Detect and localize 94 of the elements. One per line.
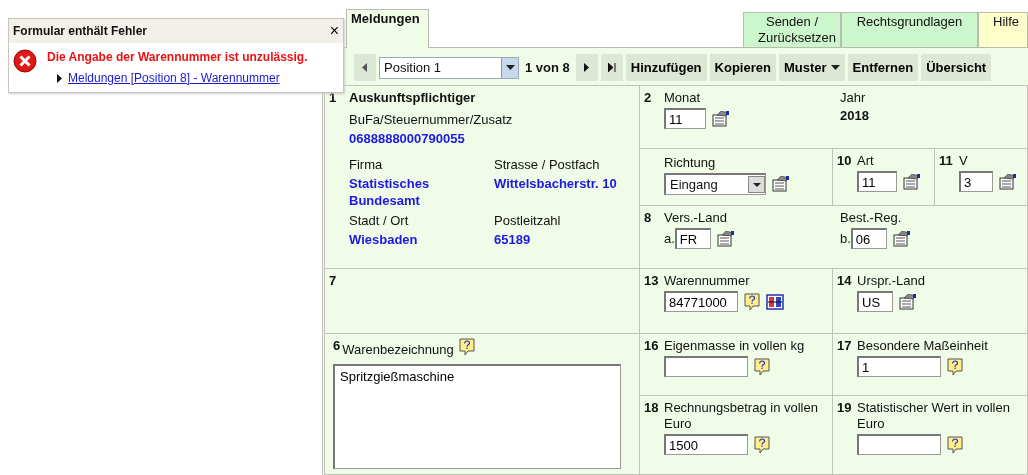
compare-icon[interactable] <box>766 293 784 310</box>
previous-icon <box>362 63 368 72</box>
next-icon <box>583 63 590 72</box>
input-field[interactable] <box>857 434 941 455</box>
field-label: Urspr.-Land <box>857 273 925 289</box>
properties-icon[interactable] <box>903 173 921 190</box>
field-label: Firma <box>349 157 384 173</box>
popup-title: Formular enthält Fehler <box>13 24 148 38</box>
box-number: 19 <box>837 400 853 417</box>
field-label: V <box>959 153 969 169</box>
properties-icon[interactable] <box>716 230 735 247</box>
input-field[interactable]: FR <box>674 228 711 249</box>
tab[interactable]: Hilfe <box>978 12 1028 47</box>
position-select[interactable]: Position 1 <box>379 56 519 79</box>
box-number: 14 <box>837 273 853 290</box>
box-number: 6 <box>333 338 341 353</box>
toolbar-button[interactable]: Entfernen <box>847 54 919 81</box>
toolbar-button[interactable]: Hinzufügen <box>625 54 707 81</box>
field-prefix: a. <box>664 231 675 246</box>
field-label: Warennummer <box>664 273 751 289</box>
error-link[interactable]: Meldungen [Position 8] - Warennummer <box>68 71 280 85</box>
properties-icon[interactable] <box>999 173 1017 190</box>
input-field[interactable]: 11 <box>664 108 706 129</box>
field-label: Strasse / Postfach <box>494 157 601 173</box>
error-icon <box>13 49 37 73</box>
next-button[interactable] <box>575 54 598 81</box>
input-field[interactable] <box>664 356 748 377</box>
input-field[interactable]: 84771000 <box>664 291 738 312</box>
help-icon[interactable] <box>947 357 963 376</box>
box-number: 13 <box>644 273 660 290</box>
field-label: Rechnungsbetrag in vollen Euro <box>664 400 819 432</box>
field-value: 0688888000790055 <box>349 130 466 147</box>
box-number: 16 <box>644 338 660 355</box>
toolbar-button[interactable]: Muster <box>778 54 845 81</box>
caret-icon <box>830 65 840 70</box>
input-field[interactable]: 3 <box>959 171 993 192</box>
box-number: 7 <box>329 273 338 290</box>
caret-icon <box>505 65 515 70</box>
help-icon[interactable] <box>744 292 760 311</box>
field-prefix: b. <box>840 231 851 246</box>
field-value: Wittelsbacherstr. 10 <box>494 175 618 192</box>
position-counter: 1 von 8 <box>524 60 571 75</box>
input-field[interactable]: 11 <box>857 171 897 192</box>
field-label: Richtung <box>664 155 717 171</box>
input-field[interactable]: 1500 <box>664 434 748 455</box>
field-value: Statistisches Bundesamt <box>349 175 431 209</box>
tab[interactable]: Meldungen <box>346 9 429 48</box>
field-label: Eigenmasse in vollen kg <box>664 338 805 354</box>
field-label: Stadt / Ort <box>349 213 410 229</box>
field-label: Best.-Reg. <box>840 210 903 226</box>
field-value: 2018 <box>840 108 870 123</box>
input-field[interactable]: 1 <box>857 356 941 377</box>
box-number: 1 <box>329 90 338 107</box>
caret-icon <box>752 182 761 187</box>
previous-button[interactable] <box>354 54 376 81</box>
toolbar-button[interactable]: Übersicht <box>921 54 992 81</box>
close-button[interactable]: × <box>329 23 339 39</box>
field-label: Postleitzahl <box>494 213 562 229</box>
field-label: Jahr <box>840 90 867 106</box>
field-label: Statistischer Wert in vollen Euro <box>857 400 1011 432</box>
error-message: Die Angabe der Warennummer ist unzulässig. <box>47 50 308 64</box>
properties-icon[interactable] <box>712 110 730 127</box>
box-number: 2 <box>644 90 653 107</box>
field-label: BuFa/Steuernummer/Zusatz <box>349 112 514 128</box>
box-number: 17 <box>837 338 853 355</box>
help-icon[interactable] <box>947 435 963 454</box>
input-field[interactable]: US <box>857 291 893 312</box>
field-label: Besondere Maßeinheit <box>857 338 988 354</box>
field-label: Monat <box>664 90 702 106</box>
input-field[interactable]: 06 <box>850 228 887 249</box>
toolbar-button[interactable]: Kopieren <box>709 54 776 81</box>
properties-icon[interactable] <box>892 230 911 247</box>
tab[interactable]: Senden / Zurücksetzen <box>743 12 841 47</box>
tab[interactable]: Rechtsgrundlagen <box>841 12 978 47</box>
box-number: 10 <box>837 153 853 170</box>
field-label: Vers.-Land <box>664 210 728 226</box>
box-number: 18 <box>644 400 660 417</box>
bullet-icon <box>57 73 62 83</box>
box-number: 8 <box>644 210 653 227</box>
properties-icon[interactable] <box>772 176 790 192</box>
field-value: Wiesbaden <box>349 231 419 248</box>
last-button[interactable] <box>600 54 623 81</box>
properties-icon[interactable] <box>899 293 917 310</box>
help-icon[interactable] <box>754 435 770 454</box>
last-icon <box>607 63 616 72</box>
field-label: Art <box>857 153 875 169</box>
box-number: 11 <box>939 153 954 170</box>
section-title: Auskunftspflichtiger <box>349 90 477 105</box>
description-field[interactable]: Spritzgießmaschine <box>333 364 621 469</box>
field-value: 65189 <box>494 231 532 248</box>
help-icon[interactable] <box>754 357 770 376</box>
field-label: Warenbezeichnung <box>342 342 454 358</box>
direction-select[interactable]: Eingang <box>664 173 766 195</box>
help-icon[interactable] <box>458 338 475 356</box>
